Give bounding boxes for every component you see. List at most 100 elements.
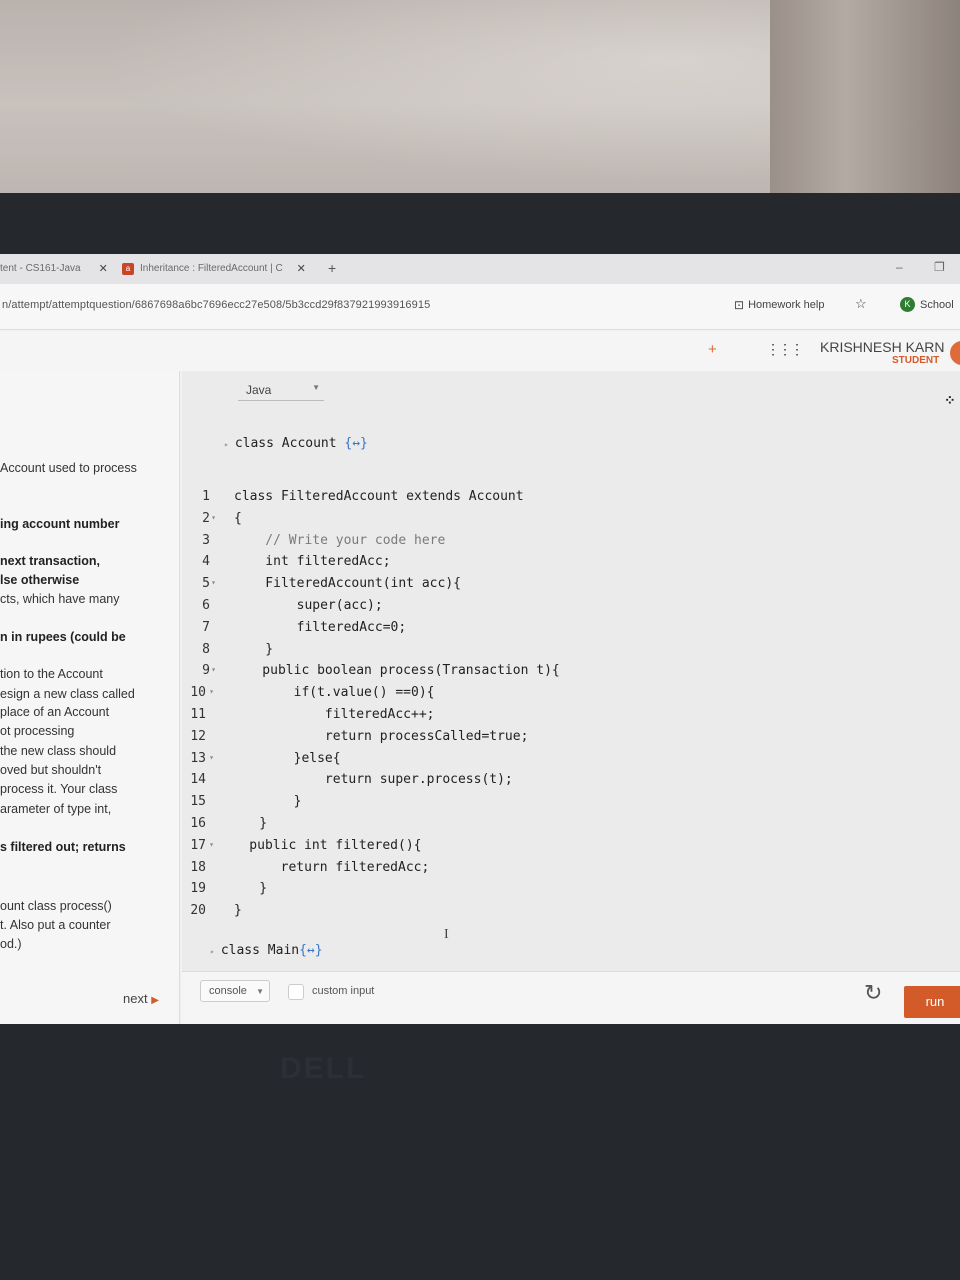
room-curtain	[770, 0, 960, 200]
line-number: 12	[190, 728, 206, 744]
new-tab-plus-icon[interactable]: +	[328, 260, 336, 276]
question-text: process it. Your class	[0, 782, 118, 796]
line-number: 7	[202, 619, 210, 635]
fold-toggle-icon[interactable]: ▾	[206, 578, 216, 587]
code-line[interactable]: }	[231, 794, 302, 809]
question-text: od.)	[0, 937, 22, 951]
add-plus-icon[interactable]: +	[708, 341, 717, 358]
more-options-icon[interactable]: ⁘	[944, 392, 956, 409]
bookmark-star-icon[interactable]: ☆	[855, 296, 867, 312]
fold-arrow-icon: ▸	[224, 440, 229, 449]
question-text: s filtered out; returns	[0, 840, 126, 854]
url-field[interactable]: n/attempt/attemptquestion/6867698a6bc769…	[2, 299, 430, 311]
text-cursor-icon: I	[444, 927, 449, 942]
editor-bottom-bar: console ▼ custom input ↻ run	[182, 971, 960, 1024]
line-number: 4	[202, 554, 210, 570]
browser-tab-course[interactable]: tent - CS161-Java ✕	[0, 262, 108, 275]
line-number: 17	[190, 837, 206, 853]
code-line[interactable]: super(acc);	[234, 598, 383, 613]
question-text: place of an Account	[0, 705, 110, 719]
user-role: STUDENT	[892, 355, 940, 366]
browser-tab-active[interactable]: a Inheritance : FilteredAccount | C ✕	[122, 262, 306, 275]
code-editor[interactable]: Java ▼ ▸ class Account {↔} 1 2 ▾ 3 4 5 ▾ 6 7 8 9 ▾ 10…	[182, 371, 960, 971]
fold-toggle-icon[interactable]: ▾	[204, 687, 214, 696]
chevron-down-icon: ▼	[256, 987, 264, 996]
user-name: KRISHNESH KARN	[820, 339, 945, 355]
question-text: ing account number	[0, 517, 120, 531]
line-number: 3	[202, 532, 210, 548]
restore-icon[interactable]: ❐	[934, 260, 945, 274]
question-text: arameter of type int,	[0, 802, 112, 816]
code-line[interactable]: {	[234, 511, 242, 526]
question-text: t. Also put a counter	[0, 918, 111, 932]
collapsed-class-main[interactable]: ▸ class Main{↔}	[210, 943, 323, 958]
code-line[interactable]: public boolean process(Transaction t){	[231, 663, 559, 678]
site-favicon-icon: a	[122, 262, 134, 275]
code-line[interactable]: }	[228, 881, 267, 896]
run-button[interactable]: run	[904, 986, 960, 1018]
avatar[interactable]	[950, 341, 960, 365]
fold-marker[interactable]: {↔}	[299, 943, 322, 958]
question-text: ount class process()	[0, 899, 112, 913]
code-line[interactable]: class FilteredAccount extends Account	[234, 489, 524, 504]
collapsed-class-account[interactable]: ▸ class Account {↔}	[224, 436, 368, 451]
code-line[interactable]: }	[234, 642, 273, 657]
language-select[interactable]: Java ▼	[238, 379, 324, 401]
question-text: tion to the Account	[0, 667, 103, 681]
code-line[interactable]: public int filtered(){	[218, 838, 421, 853]
code-line[interactable]: int filteredAcc;	[234, 554, 390, 569]
question-text: Account used to process	[0, 461, 137, 475]
line-number: 19	[190, 881, 206, 897]
code-line[interactable]: return processCalled=true;	[231, 729, 529, 744]
collapsed-class-label: class Main	[220, 943, 300, 958]
fold-marker[interactable]: {↔}	[344, 436, 367, 451]
next-label: next	[123, 991, 148, 1006]
console-label: console	[209, 985, 247, 997]
custom-input-checkbox[interactable]	[288, 984, 304, 1000]
question-text: n in rupees (could be	[0, 630, 126, 644]
code-line[interactable]: }	[228, 816, 267, 831]
tab-title: tent - CS161-Java	[0, 263, 81, 274]
close-icon[interactable]: ✕	[297, 262, 306, 275]
next-button[interactable]: next ▶	[123, 991, 159, 1006]
line-number: 20	[190, 903, 206, 919]
code-line[interactable]: filteredAcc=0;	[234, 620, 407, 635]
fold-toggle-icon[interactable]: ▾	[204, 753, 214, 762]
code-line[interactable]: }else{	[231, 751, 341, 766]
laptop-screen: tent - CS161-Java ✕ a Inheritance : Filt…	[0, 254, 960, 1024]
question-text: next transaction,	[0, 554, 101, 568]
browser-tab-bar: tent - CS161-Java ✕ a Inheritance : Filt…	[0, 254, 960, 284]
line-number: 15	[190, 794, 206, 810]
question-text: esign a new class called	[0, 687, 135, 701]
close-icon[interactable]: ✕	[99, 262, 108, 275]
reset-icon[interactable]: ↻	[864, 980, 882, 1006]
console-select[interactable]: console ▼	[200, 980, 270, 1002]
laptop-brand-logo: DELL	[280, 1052, 367, 1085]
fold-toggle-icon[interactable]: ▾	[206, 665, 216, 674]
question-text: the new class should	[0, 744, 117, 758]
apps-grid-icon[interactable]: ⋮⋮⋮	[766, 341, 804, 358]
line-number: 14	[190, 772, 206, 788]
code-line[interactable]: return super.process(t);	[231, 772, 513, 787]
code-line[interactable]: return filteredAcc;	[218, 860, 430, 875]
homework-help-button[interactable]: ⊡ Homework help	[734, 298, 824, 312]
homework-help-icon: ⊡	[734, 298, 745, 312]
fold-toggle-icon[interactable]: ▾	[204, 840, 214, 849]
minimize-icon[interactable]: –	[896, 260, 903, 274]
code-line[interactable]: filteredAcc++;	[231, 707, 435, 722]
language-value: Java	[246, 383, 272, 397]
code-line[interactable]: }	[234, 903, 242, 918]
next-arrow-icon: ▶	[151, 995, 159, 1006]
fold-toggle-icon[interactable]: ▾	[206, 513, 216, 522]
code-line[interactable]: // Write your code here	[234, 533, 445, 548]
tab-title: Inheritance : FilteredAccount | C	[140, 263, 283, 274]
homework-help-label: Homework help	[748, 299, 825, 311]
question-panel: Account used to process ing account numb…	[0, 371, 180, 1024]
code-line[interactable]: FilteredAccount(int acc){	[234, 576, 461, 591]
custom-input-label: custom input	[312, 985, 375, 997]
code-line[interactable]: if(t.value() ==0){	[231, 685, 435, 700]
question-text: oved but shouldn't	[0, 763, 102, 777]
profile-school-button[interactable]: K School	[900, 297, 954, 312]
line-number: 1	[202, 489, 210, 504]
line-number: 6	[202, 598, 210, 613]
